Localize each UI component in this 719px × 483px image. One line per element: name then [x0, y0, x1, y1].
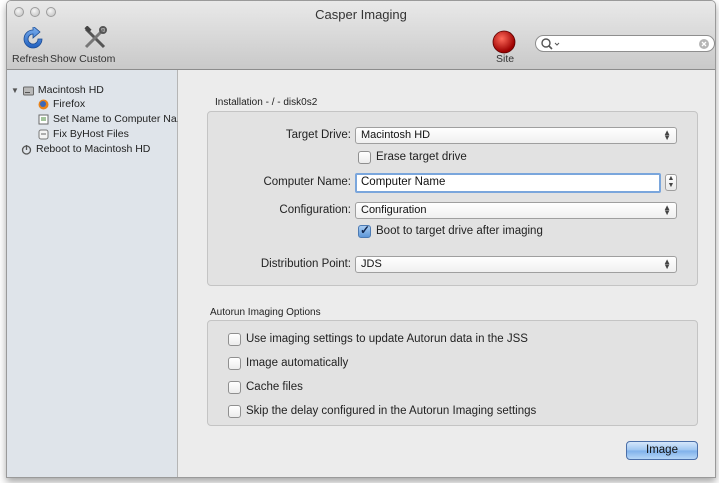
- autorun-option-checkbox[interactable]: [228, 381, 241, 394]
- autorun-option-label: Use imaging settings to update Autorun d…: [246, 333, 528, 345]
- popup-arrows-icon: ▲ ▼: [663, 203, 671, 217]
- sidebar-item-firefox[interactable]: Firefox: [38, 98, 85, 110]
- image-button[interactable]: Image: [626, 441, 698, 460]
- sidebar: ▼ Macintosh HD Firefox Set Name to Compu…: [7, 70, 185, 477]
- refresh-button[interactable]: [21, 25, 45, 54]
- computer-name-value: Computer Name: [361, 176, 446, 188]
- popup-arrows-icon: ▲ ▼: [663, 128, 671, 142]
- site-label: Site: [496, 53, 515, 65]
- script-icon: [38, 114, 49, 125]
- sidebar-item-label: Reboot to Macintosh HD: [36, 143, 151, 155]
- target-drive-label: Target Drive:: [285, 129, 351, 141]
- disk-icon: [22, 85, 34, 96]
- sidebar-item-fix-byhost[interactable]: Fix ByHost Files: [38, 128, 129, 140]
- configuration-popup[interactable]: Configuration ▲ ▼: [355, 202, 677, 219]
- sidebar-item-label: Firefox: [53, 98, 86, 110]
- installation-box: Target Drive: Macintosh HD ▲ ▼ Erase targ…: [207, 111, 698, 286]
- window-title: Casper Imaging: [315, 7, 407, 22]
- configuration-label: Configuration:: [279, 204, 351, 216]
- firefox-icon: [38, 99, 49, 110]
- sidebar-item-reboot[interactable]: Reboot to Macintosh HD: [21, 143, 150, 155]
- configuration-value: Configuration: [361, 204, 427, 216]
- autorun-group-label: Autorun Imaging Options: [210, 307, 321, 318]
- erase-target-drive-label: Erase target drive: [376, 151, 467, 163]
- computer-name-stepper[interactable]: ▲ ▼: [665, 174, 677, 191]
- clear-search-icon[interactable]: [698, 38, 710, 50]
- script-icon: [38, 129, 49, 140]
- sidebar-item-label: Macintosh HD: [37, 84, 104, 96]
- computer-name-field[interactable]: Computer Name: [355, 173, 661, 193]
- search-input[interactable]: [535, 35, 715, 52]
- show-custom-button[interactable]: [83, 25, 107, 53]
- toolbar: Casper Imaging Refresh Show Custom Site: [7, 1, 715, 70]
- autorun-option-checkbox[interactable]: [228, 333, 241, 346]
- autorun-option-checkbox[interactable]: [228, 357, 241, 370]
- site-status-icon: [492, 30, 516, 54]
- app-window: Casper Imaging Refresh Show Custom Site …: [6, 0, 716, 478]
- refresh-label: Refresh: [12, 53, 49, 65]
- sidebar-item-set-name[interactable]: Set Name to Computer Na...: [38, 113, 185, 125]
- erase-target-drive-checkbox[interactable]: [358, 151, 371, 164]
- distribution-point-value: JDS: [361, 258, 382, 270]
- main-panel: Installation - / - disk0s2 Target Drive:…: [178, 70, 715, 477]
- disclosure-triangle-icon[interactable]: ▼: [11, 86, 19, 95]
- boot-after-imaging-label: Boot to target drive after imaging: [376, 225, 543, 237]
- autorun-option-label: Skip the delay configured in the Autorun…: [246, 405, 537, 417]
- autorun-box: Use imaging settings to update Autorun d…: [207, 320, 698, 426]
- boot-after-imaging-checkbox[interactable]: [358, 223, 371, 238]
- power-icon: [21, 144, 32, 155]
- distribution-point-label: Distribution Point:: [260, 258, 351, 270]
- computer-name-label: Computer Name:: [263, 176, 351, 188]
- sidebar-item-label: Fix ByHost Files: [53, 128, 129, 140]
- search-icon: [541, 38, 560, 50]
- popup-arrows-icon: ▲ ▼: [663, 257, 671, 271]
- show-custom-label: Show Custom: [50, 53, 116, 65]
- target-drive-value: Macintosh HD: [361, 129, 431, 141]
- autorun-option-checkbox[interactable]: [228, 405, 241, 418]
- autorun-option-label: Image automatically: [246, 357, 349, 369]
- autorun-option-label: Cache files: [246, 381, 303, 393]
- sidebar-item-macintosh-hd[interactable]: ▼ Macintosh HD: [11, 84, 104, 96]
- tools-icon: [84, 25, 107, 49]
- sidebar-item-label: Set Name to Computer Na...: [53, 113, 186, 125]
- distribution-point-popup[interactable]: JDS ▲ ▼: [355, 256, 677, 273]
- target-drive-popup[interactable]: Macintosh HD ▲ ▼: [355, 127, 677, 144]
- installation-group-label: Installation - / - disk0s2: [215, 97, 318, 108]
- refresh-icon: [23, 25, 43, 49]
